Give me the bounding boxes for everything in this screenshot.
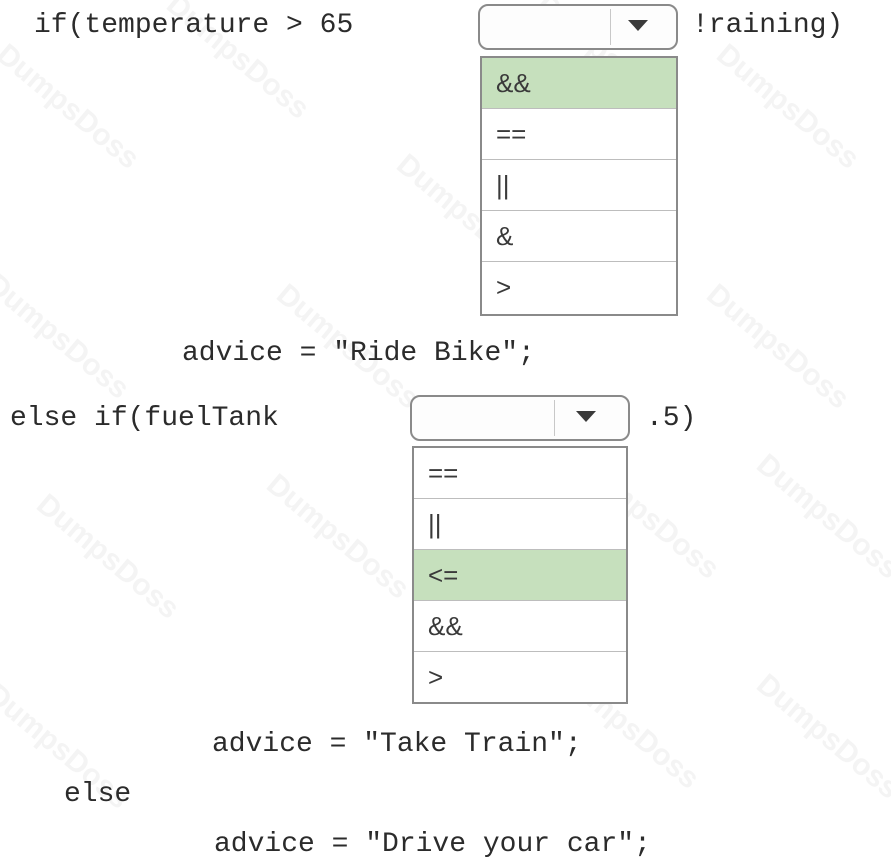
code-line-if-temperature: if(temperature > 65 [34,10,354,41]
dropdown-1-options: && == || & > [480,56,678,316]
operator-dropdown-2[interactable] [410,395,630,441]
option-and[interactable]: && [482,58,676,109]
watermark: DumpsDoss [0,37,146,176]
option-or[interactable]: || [482,160,676,211]
dropdown-divider [554,400,555,436]
code-line-ride-bike: advice = "Ride Bike"; [182,338,535,369]
watermark: DumpsDoss [750,447,891,586]
dropdown-divider [610,9,611,45]
option-greater-than[interactable]: > [414,652,626,702]
operator-dropdown-1[interactable] [478,4,678,50]
code-line-point-five: .5) [646,403,697,434]
watermark: DumpsDoss [260,467,416,606]
option-less-or-equal[interactable]: <= [414,550,626,601]
watermark: DumpsDoss [710,37,866,176]
option-greater-than[interactable]: > [482,262,676,312]
code-line-else-if-fueltank: else if(fuelTank [10,403,279,434]
option-or[interactable]: || [414,499,626,550]
option-and[interactable]: && [414,601,626,652]
watermark: DumpsDoss [30,487,186,626]
watermark: DumpsDoss [0,267,136,406]
chevron-down-icon[interactable] [576,411,596,422]
watermark: DumpsDoss [700,277,856,416]
code-line-else: else [64,779,132,810]
chevron-down-icon[interactable] [628,20,648,31]
code-line-take-train: advice = "Take Train"; [212,729,582,760]
code-line-raining: !raining) [692,10,844,41]
option-bitwise-and[interactable]: & [482,211,676,262]
option-equals[interactable]: == [482,109,676,160]
option-equals[interactable]: == [414,448,626,499]
watermark: DumpsDoss [750,667,891,806]
code-line-drive-car: advice = "Drive your car"; [214,829,651,860]
dropdown-2-options: == || <= && > [412,446,628,704]
